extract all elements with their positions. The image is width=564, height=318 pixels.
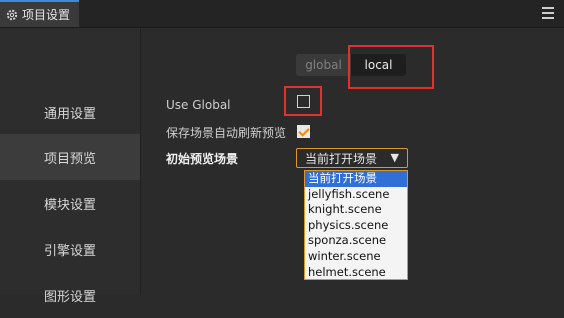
tab-label: 项目设置 xyxy=(22,8,71,22)
initial-scene-select[interactable]: 当前打开场景 ▼ xyxy=(296,148,408,168)
initial-scene-dropdown: 当前打开场景 jellyfish.scene knight.scene phys… xyxy=(304,170,408,280)
use-global-label: Use Global xyxy=(166,98,231,112)
sidebar-item-label: 引擎设置 xyxy=(43,243,96,259)
sidebar-item-label: 模块设置 xyxy=(43,197,96,213)
scene-option[interactable]: physics.scene xyxy=(305,218,407,234)
sidebar-item-label: 通用设置 xyxy=(43,106,96,122)
scene-option[interactable]: 当前打开场景 xyxy=(305,171,407,187)
title-bar: 项目设置 xyxy=(0,0,564,28)
scope-global-button[interactable]: global xyxy=(296,54,351,76)
auto-refresh-label: 保存场景自动刷新预览 xyxy=(166,126,287,140)
hamburger-menu-icon[interactable] xyxy=(542,7,554,19)
scene-option[interactable]: jellyfish.scene xyxy=(305,187,407,203)
initial-scene-value: 当前打开场景 xyxy=(305,151,378,166)
scene-option[interactable]: helmet.scene xyxy=(305,265,407,281)
highlight-box-local xyxy=(348,45,434,89)
sidebar-item-label: 图形设置 xyxy=(43,289,96,305)
sidebar: 通用设置 项目预览 模块设置 引擎设置 图形设置 xyxy=(0,28,141,305)
sidebar-item-general[interactable]: 通用设置 xyxy=(0,89,140,135)
gear-icon xyxy=(6,9,18,21)
sidebar-item-graphics[interactable]: 图形设置 xyxy=(0,272,140,318)
scene-option[interactable]: sponza.scene xyxy=(305,233,407,249)
sidebar-item-engine[interactable]: 引擎设置 xyxy=(0,226,140,272)
sidebar-item-modules[interactable]: 模块设置 xyxy=(0,180,140,226)
sidebar-item-project-preview[interactable]: 项目预览 xyxy=(0,134,140,180)
dropdown-arrow-icon: ▼ xyxy=(390,151,399,164)
highlight-box-use-global xyxy=(284,86,322,116)
scene-option[interactable]: winter.scene xyxy=(305,249,407,265)
sidebar-item-label: 项目预览 xyxy=(43,151,96,167)
auto-refresh-checkbox[interactable] xyxy=(297,125,310,138)
scene-option[interactable]: knight.scene xyxy=(305,202,407,218)
initial-scene-label: 初始预览场景 xyxy=(166,152,239,166)
tab-project-settings[interactable]: 项目设置 xyxy=(0,0,79,27)
